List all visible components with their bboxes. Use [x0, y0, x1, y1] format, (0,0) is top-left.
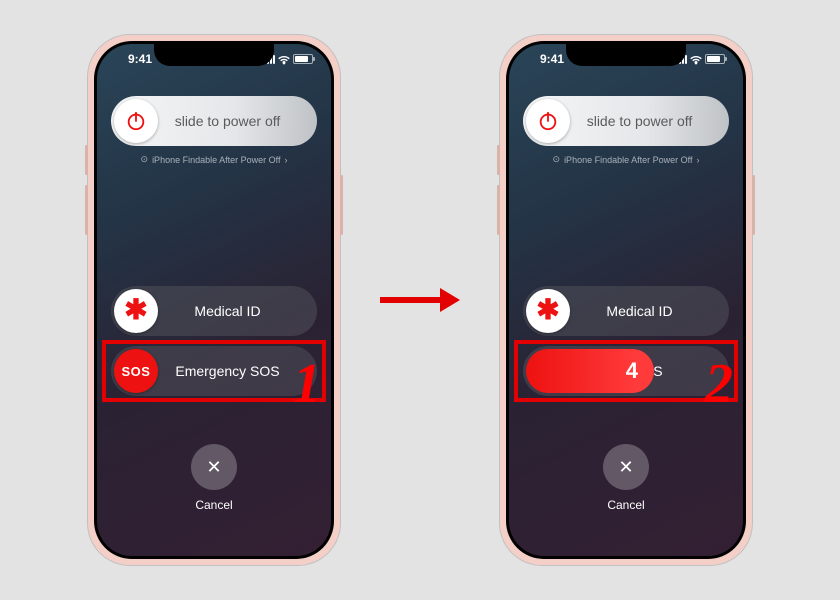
- close-icon: ✕: [618, 457, 633, 478]
- battery-icon: [705, 54, 725, 64]
- medical-id-label: Medical ID: [570, 303, 729, 319]
- power-icon: [114, 99, 158, 143]
- power-off-screen: 9:41 slide to power off: [97, 44, 331, 556]
- step-number-1: 1: [293, 352, 321, 416]
- power-icon: [526, 99, 570, 143]
- sos-drag-progress: 4: [526, 349, 654, 393]
- cancel-area: ✕ Cancel: [97, 444, 331, 512]
- cancel-button[interactable]: ✕: [603, 444, 649, 490]
- phone-mock-1: 9:41 slide to power off: [88, 35, 340, 565]
- findable-text: iPhone Findable After Power Off: [152, 155, 280, 165]
- step-number-2: 2: [705, 352, 733, 416]
- volume-down-button: [497, 185, 500, 235]
- wifi-icon: [278, 54, 290, 64]
- side-button: [752, 175, 755, 235]
- emergency-sos-slider[interactable]: SOS Emergency SOS: [111, 346, 317, 396]
- power-off-label: slide to power off: [570, 113, 729, 129]
- sos-icon-text: SOS: [122, 364, 151, 379]
- asterisk-icon: ✱: [536, 293, 559, 326]
- power-off-screen: 9:41 slide to power off: [509, 44, 743, 556]
- tutorial-arrow-icon: [380, 290, 460, 310]
- close-icon: ✕: [206, 457, 221, 478]
- findable-link[interactable]: ⊙ iPhone Findable After Power Off ›: [509, 154, 743, 165]
- chevron-right-icon: ›: [696, 155, 699, 165]
- notch: [154, 44, 274, 66]
- power-off-label: slide to power off: [158, 113, 317, 129]
- side-button: [340, 175, 343, 235]
- find-my-icon: ⊙: [141, 154, 149, 165]
- phone-bezel: 9:41 slide to power off: [94, 41, 334, 559]
- asterisk-icon: ✱: [124, 293, 147, 326]
- phone-bezel: 9:41 slide to power off: [506, 41, 746, 559]
- power-off-slider[interactable]: slide to power off: [111, 96, 317, 146]
- volume-up-button: [497, 145, 500, 175]
- volume-down-button: [85, 185, 88, 235]
- tutorial-stage: 9:41 slide to power off: [88, 35, 752, 565]
- wifi-icon: [690, 54, 702, 64]
- find-my-icon: ⊙: [553, 154, 561, 165]
- medical-id-thumb: ✱: [526, 289, 570, 333]
- sos-thumb: SOS: [114, 349, 158, 393]
- chevron-right-icon: ›: [284, 155, 287, 165]
- medical-id-slider[interactable]: ✱ Medical ID: [523, 286, 729, 336]
- medical-id-slider[interactable]: ✱ Medical ID: [111, 286, 317, 336]
- findable-link[interactable]: ⊙ iPhone Findable After Power Off ›: [97, 154, 331, 165]
- emergency-sos-slider-active[interactable]: 4 SOS: [523, 346, 729, 396]
- cancel-button[interactable]: ✕: [191, 444, 237, 490]
- findable-text: iPhone Findable After Power Off: [564, 155, 692, 165]
- cancel-label: Cancel: [607, 498, 644, 512]
- sos-countdown: 4: [626, 358, 638, 384]
- volume-up-button: [85, 145, 88, 175]
- cancel-label: Cancel: [195, 498, 232, 512]
- phone-mock-2: 9:41 slide to power off: [500, 35, 752, 565]
- medical-id-thumb: ✱: [114, 289, 158, 333]
- medical-id-label: Medical ID: [158, 303, 317, 319]
- cancel-area: ✕ Cancel: [509, 444, 743, 512]
- notch: [566, 44, 686, 66]
- power-off-slider[interactable]: slide to power off: [523, 96, 729, 146]
- battery-icon: [293, 54, 313, 64]
